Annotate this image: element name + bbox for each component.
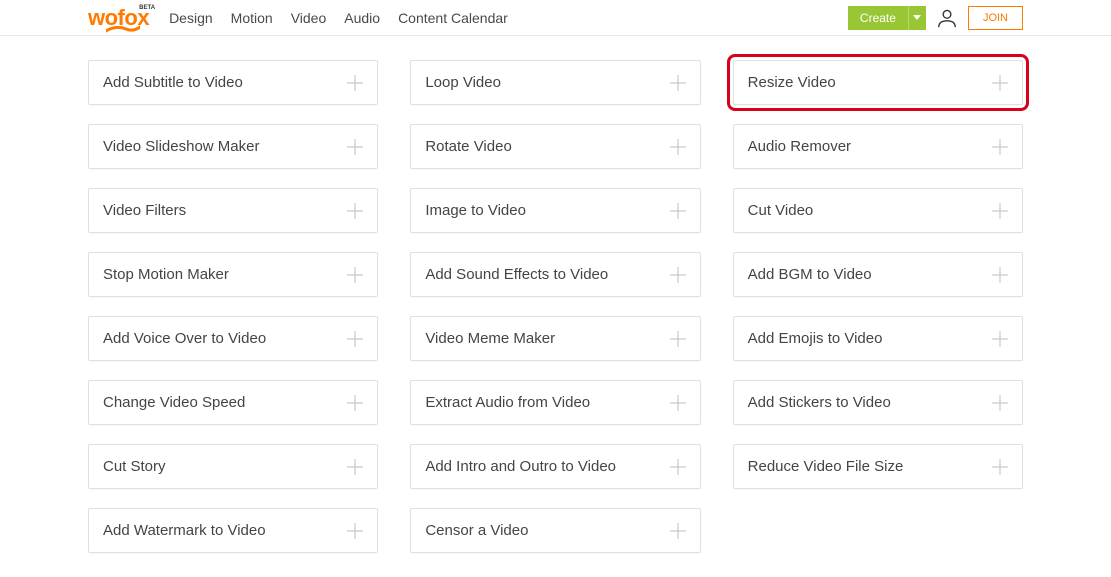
card-cut-story[interactable]: Cut Story xyxy=(88,444,378,489)
plus-icon xyxy=(670,331,686,347)
card-loop-video[interactable]: Loop Video xyxy=(410,60,700,105)
card-watermark[interactable]: Add Watermark to Video xyxy=(88,508,378,553)
card-emojis[interactable]: Add Emojis to Video xyxy=(733,316,1023,361)
card-bgm[interactable]: Add BGM to Video xyxy=(733,252,1023,297)
card-sound-effects[interactable]: Add Sound Effects to Video xyxy=(410,252,700,297)
main-nav: Design Motion Video Audio Content Calend… xyxy=(169,10,848,26)
plus-icon xyxy=(992,459,1008,475)
chevron-down-icon xyxy=(913,15,921,20)
tool-grid: Add Subtitle to Video Loop Video Resize Vi… xyxy=(88,60,1023,553)
plus-icon xyxy=(347,267,363,283)
plus-icon xyxy=(670,267,686,283)
card-cut-video[interactable]: Cut Video xyxy=(733,188,1023,233)
nav-audio[interactable]: Audio xyxy=(344,10,380,26)
card-video-filters[interactable]: Video Filters xyxy=(88,188,378,233)
card-label: Cut Video xyxy=(748,202,814,219)
card-label: Video Slideshow Maker xyxy=(103,138,259,155)
card-reduce-size[interactable]: Reduce Video File Size xyxy=(733,444,1023,489)
join-button[interactable]: JOIN xyxy=(968,6,1023,30)
card-label: Loop Video xyxy=(425,74,501,91)
logo-beta: BETA xyxy=(139,5,155,11)
card-label: Add Emojis to Video xyxy=(748,330,883,347)
card-label: Audio Remover xyxy=(748,138,851,155)
card-label: Add Voice Over to Video xyxy=(103,330,266,347)
content: Add Subtitle to Video Loop Video Resize Vi… xyxy=(0,36,1111,577)
create-button[interactable]: Create xyxy=(848,6,926,30)
card-stop-motion[interactable]: Stop Motion Maker xyxy=(88,252,378,297)
plus-icon xyxy=(347,203,363,219)
plus-icon xyxy=(670,523,686,539)
header: wofox BETA Design Motion Video Audio Con… xyxy=(0,0,1111,36)
plus-icon xyxy=(347,523,363,539)
card-label: Cut Story xyxy=(103,458,166,475)
plus-icon xyxy=(992,75,1008,91)
profile-icon[interactable] xyxy=(936,7,958,29)
card-audio-remover[interactable]: Audio Remover xyxy=(733,124,1023,169)
card-slideshow-maker[interactable]: Video Slideshow Maker xyxy=(88,124,378,169)
card-voice-over[interactable]: Add Voice Over to Video xyxy=(88,316,378,361)
card-change-speed[interactable]: Change Video Speed xyxy=(88,380,378,425)
plus-icon xyxy=(992,139,1008,155)
card-meme-maker[interactable]: Video Meme Maker xyxy=(410,316,700,361)
plus-icon xyxy=(347,395,363,411)
card-rotate-video[interactable]: Rotate Video xyxy=(410,124,700,169)
card-label: Add Sound Effects to Video xyxy=(425,266,608,283)
card-label: Add BGM to Video xyxy=(748,266,872,283)
create-button-label: Create xyxy=(848,6,908,30)
nav-design[interactable]: Design xyxy=(169,10,213,26)
plus-icon xyxy=(992,331,1008,347)
card-label: Censor a Video xyxy=(425,522,528,539)
plus-icon xyxy=(992,203,1008,219)
card-label: Add Intro and Outro to Video xyxy=(425,458,616,475)
card-label: Extract Audio from Video xyxy=(425,394,590,411)
plus-icon xyxy=(992,395,1008,411)
card-label: Video Filters xyxy=(103,202,186,219)
nav-content-calendar[interactable]: Content Calendar xyxy=(398,10,508,26)
card-stickers[interactable]: Add Stickers to Video xyxy=(733,380,1023,425)
card-label: Resize Video xyxy=(748,74,836,91)
nav-motion[interactable]: Motion xyxy=(231,10,273,26)
card-label: Rotate Video xyxy=(425,138,511,155)
card-label: Reduce Video File Size xyxy=(748,458,904,475)
plus-icon xyxy=(670,459,686,475)
plus-icon xyxy=(670,395,686,411)
nav-video[interactable]: Video xyxy=(291,10,327,26)
plus-icon xyxy=(992,267,1008,283)
card-censor[interactable]: Censor a Video xyxy=(410,508,700,553)
plus-icon xyxy=(670,203,686,219)
card-label: Add Stickers to Video xyxy=(748,394,891,411)
card-image-to-video[interactable]: Image to Video xyxy=(410,188,700,233)
card-label: Video Meme Maker xyxy=(425,330,555,347)
plus-icon xyxy=(347,75,363,91)
card-label: Add Subtitle to Video xyxy=(103,74,243,91)
card-extract-audio[interactable]: Extract Audio from Video xyxy=(410,380,700,425)
card-label: Add Watermark to Video xyxy=(103,522,266,539)
card-intro-outro[interactable]: Add Intro and Outro to Video xyxy=(410,444,700,489)
plus-icon xyxy=(347,139,363,155)
plus-icon xyxy=(670,139,686,155)
logo-swoosh-icon xyxy=(106,25,140,33)
create-dropdown[interactable] xyxy=(908,6,926,30)
card-add-subtitle[interactable]: Add Subtitle to Video xyxy=(88,60,378,105)
card-resize-video[interactable]: Resize Video xyxy=(733,60,1023,105)
card-label: Image to Video xyxy=(425,202,526,219)
header-right: Create JOIN xyxy=(848,6,1023,30)
logo[interactable]: wofox BETA xyxy=(88,5,149,31)
card-label: Change Video Speed xyxy=(103,394,245,411)
plus-icon xyxy=(670,75,686,91)
plus-icon xyxy=(347,459,363,475)
plus-icon xyxy=(347,331,363,347)
card-label: Stop Motion Maker xyxy=(103,266,229,283)
